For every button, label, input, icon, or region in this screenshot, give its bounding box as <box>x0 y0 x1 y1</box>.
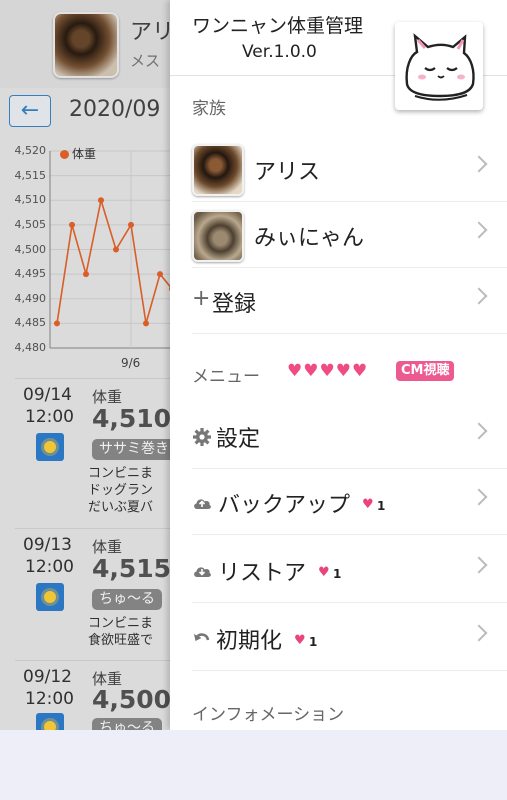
navigation-drawer: ワンニャン体重管理 Ver.1.0.0 家族 アリス みぃにゃん + 登録 メニ… <box>170 0 507 730</box>
family-section-header: 家族 <box>192 99 226 119</box>
info-section-header: インフォメーション <box>192 705 345 725</box>
menu-item-restore[interactable]: リストア ♥ 1 <box>170 537 507 603</box>
menu-label: 設定 <box>216 427 261 452</box>
pet-item-miinyan[interactable]: みぃにゃん <box>170 202 507 268</box>
chevron-right-icon <box>470 624 488 642</box>
chevron-right-icon <box>470 556 488 574</box>
hearts-icon: ♥♥♥♥♥ <box>287 361 369 381</box>
divider <box>192 534 507 535</box>
heart-count: 1 <box>309 635 318 649</box>
heart-count: 1 <box>333 567 342 581</box>
sleeping-cat-icon <box>395 22 483 110</box>
heart-icon: ♥ <box>318 565 330 580</box>
menu-item-settings[interactable]: 設定 <box>170 403 507 469</box>
chevron-right-icon <box>470 287 488 305</box>
heart-count: 1 <box>377 499 386 513</box>
app-screen: アリ メス ← 2020/09 9/6 4,520 4,515 4,510 4,505… <box>0 0 507 730</box>
register-label: 登録 <box>212 292 257 317</box>
menu-label: バックアップ <box>218 493 351 518</box>
chevron-right-icon <box>470 488 488 506</box>
pet-name: みぃにゃん <box>254 226 365 251</box>
menu-item-reset[interactable]: 初期化 ♥ 1 <box>170 605 507 671</box>
app-title: ワンニャン体重管理 <box>192 15 364 37</box>
cm-watch-button[interactable]: CM視聴 <box>396 361 455 381</box>
divider <box>192 333 507 334</box>
chevron-right-icon <box>470 155 488 173</box>
divider <box>192 602 507 603</box>
menu-section-header: メニュー <box>192 367 260 387</box>
gear-icon <box>193 428 211 446</box>
drawer-scrim[interactable] <box>0 0 170 730</box>
cloud-download-icon <box>194 567 211 577</box>
menu-label: リストア <box>218 561 307 586</box>
register-pet-item[interactable]: + 登録 <box>170 268 507 334</box>
heart-icon: ♥ <box>362 497 374 512</box>
cloud-upload-icon <box>194 499 211 509</box>
pet-thumbnail <box>192 210 244 262</box>
heart-icon: ♥ <box>294 633 306 648</box>
menu-item-backup[interactable]: バックアップ ♥ 1 <box>170 469 507 535</box>
pet-item-alice[interactable]: アリス <box>170 136 507 202</box>
undo-icon <box>194 633 210 641</box>
chevron-right-icon <box>470 422 488 440</box>
divider <box>192 670 507 671</box>
pet-thumbnail <box>192 144 244 196</box>
pet-name: アリス <box>254 160 321 185</box>
chevron-right-icon <box>470 221 488 239</box>
plus-icon: + <box>192 286 211 311</box>
menu-label: 初期化 <box>216 629 283 654</box>
app-version: Ver.1.0.0 <box>242 42 317 62</box>
